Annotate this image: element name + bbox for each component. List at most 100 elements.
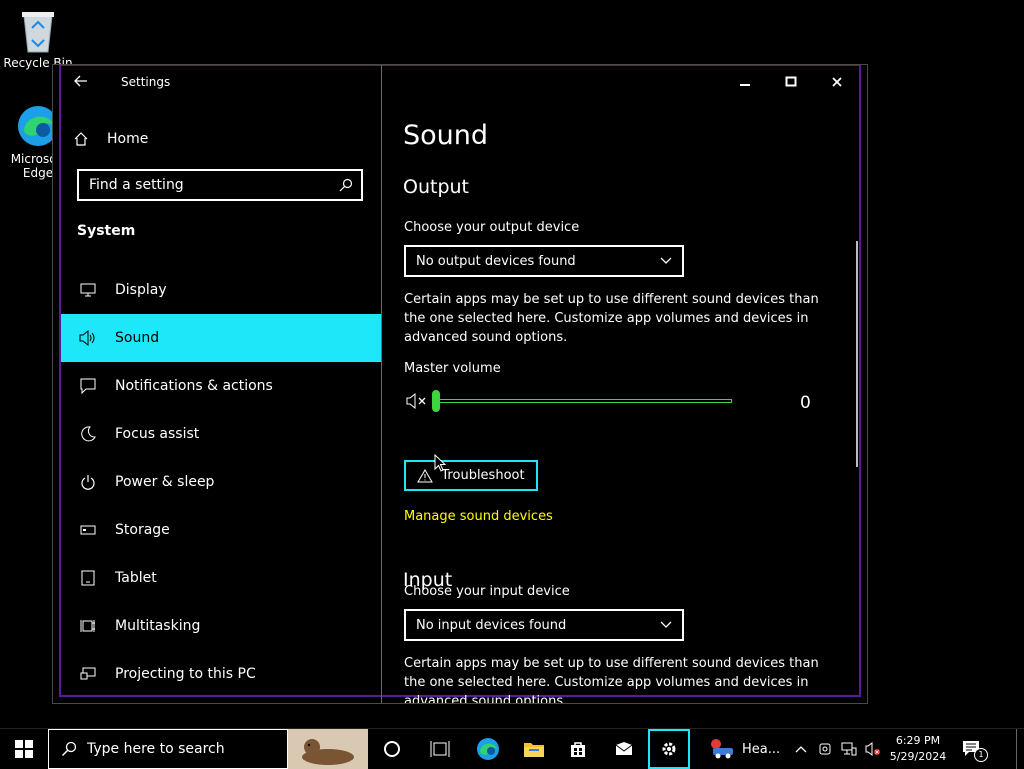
troubleshoot-button[interactable]: Troubleshoot [404, 460, 538, 491]
task-view-icon [430, 740, 450, 758]
network-icon [841, 742, 857, 756]
output-description: Certain apps may be set up to use differ… [404, 292, 819, 345]
taskbar-mail[interactable] [602, 729, 646, 769]
input-device-value: No input devices found [416, 617, 567, 633]
sidebar-item-display[interactable]: Display [61, 266, 381, 314]
maximize-button[interactable] [776, 71, 806, 93]
sidebar-item-multitasking[interactable]: Multitasking [61, 602, 381, 650]
cortana-circle-icon [383, 740, 401, 758]
tray-volume[interactable] [862, 729, 884, 769]
recycle-bin-icon [18, 8, 58, 54]
sidebar-item-label: Storage [115, 522, 170, 538]
output-device-value: No output devices found [416, 253, 576, 269]
taskbar-store[interactable] [556, 729, 600, 769]
taskbar-edge[interactable] [466, 729, 510, 769]
gear-icon [660, 740, 678, 758]
multitasking-icon [77, 618, 99, 634]
store-bag-icon [569, 740, 587, 758]
chevron-down-icon [660, 621, 672, 629]
cortana-button[interactable] [370, 729, 414, 769]
volume-muted-icon [865, 742, 881, 756]
taskbar-clock[interactable]: 6:29 PM 5/29/2024 [884, 729, 952, 769]
notification-icon [77, 378, 99, 394]
show-hidden-icons-button[interactable] [790, 729, 812, 769]
search-highlight-image[interactable] [288, 729, 368, 769]
projector-icon [77, 667, 99, 681]
notification-count-badge: 1 [974, 748, 988, 762]
edge-icon [476, 737, 500, 761]
desktop-icon-recycle-bin[interactable]: Recycle Bin [3, 8, 73, 70]
input-device-label: Choose your input device [404, 584, 570, 599]
storage-icon [77, 524, 99, 536]
tray-network[interactable] [838, 729, 860, 769]
master-volume-row: 0 [404, 387, 834, 417]
app-car-icon [710, 738, 736, 760]
search-placeholder: Find a setting [89, 177, 184, 193]
show-desktop-button[interactable] [1016, 729, 1024, 769]
sidebar-item-projecting[interactable]: Projecting to this PC [61, 650, 381, 698]
taskbar: Type here to search Hea... 6:29 PM 5/29/… [0, 728, 1024, 769]
sidebar-item-storage[interactable]: Storage [61, 506, 381, 554]
start-button[interactable] [0, 729, 48, 769]
moon-icon [77, 426, 99, 442]
sidebar-item-label: Sound [115, 330, 160, 346]
input-description: Certain apps may be set up to use differ… [404, 656, 819, 704]
taskbar-app-hea[interactable]: Hea... [700, 729, 784, 769]
tray-meet-now[interactable] [814, 729, 836, 769]
sound-settings-content: Sound Output Choose your output device N… [382, 99, 867, 703]
minimize-button[interactable] [730, 71, 760, 93]
nav-home-label: Home [107, 131, 149, 147]
windows-logo-icon [15, 740, 33, 758]
tablet-icon [77, 570, 99, 586]
output-device-dropdown[interactable]: No output devices found [404, 245, 684, 277]
output-heading: Output [403, 176, 469, 198]
search-icon[interactable] [339, 178, 353, 192]
input-device-dropdown[interactable]: No input devices found [404, 609, 684, 641]
sidebar-item-label: Power & sleep [115, 474, 215, 490]
task-view-button[interactable] [418, 729, 462, 769]
sidebar-item-label: Tablet [115, 570, 157, 586]
taskbar-file-explorer[interactable] [512, 729, 556, 769]
sidebar-item-sound[interactable]: Sound [61, 314, 381, 362]
sidebar-item-tablet[interactable]: Tablet [61, 554, 381, 602]
settings-window: Settings Home Find a setting System Disp… [52, 64, 868, 704]
page-title: Sound [403, 120, 489, 151]
troubleshoot-label: Troubleshoot [441, 468, 525, 483]
clock-time: 6:29 PM [895, 734, 941, 747]
speaker-icon [77, 330, 99, 346]
sidebar-item-focus-assist[interactable]: Focus assist [61, 410, 381, 458]
otter-illustration-icon [288, 729, 368, 769]
camera-icon [818, 742, 832, 756]
minimize-icon [739, 76, 751, 88]
sidebar-item-label: Display [115, 282, 167, 298]
settings-search-input[interactable]: Find a setting [77, 169, 363, 201]
taskbar-settings[interactable] [648, 729, 690, 769]
taskbar-app-label: Hea... [742, 741, 781, 757]
home-icon [73, 131, 95, 147]
master-volume-slider-thumb[interactable] [432, 390, 440, 412]
master-volume-slider[interactable] [434, 399, 732, 403]
taskbar-search-input[interactable]: Type here to search [48, 729, 288, 769]
search-icon [61, 741, 77, 757]
maximize-icon [785, 76, 797, 88]
mouse-cursor-icon [434, 454, 446, 472]
master-volume-value: 0 [800, 393, 811, 413]
section-label-system: System [77, 223, 136, 239]
manage-sound-devices-link[interactable]: Manage sound devices [404, 509, 553, 524]
mute-speaker-icon[interactable] [406, 393, 428, 409]
power-icon [77, 474, 99, 490]
sidebar-item-notifications[interactable]: Notifications & actions [61, 362, 381, 410]
display-icon [77, 283, 99, 297]
nav-home[interactable]: Home [73, 127, 148, 151]
taskbar-search-placeholder: Type here to search [87, 741, 225, 757]
content-scrollbar[interactable] [856, 241, 858, 467]
master-volume-label: Master volume [404, 361, 501, 376]
chevron-down-icon [660, 257, 672, 265]
navigation-pane: Home Find a setting System Display Sound [53, 65, 382, 703]
sidebar-item-power-sleep[interactable]: Power & sleep [61, 458, 381, 506]
close-button[interactable] [822, 71, 852, 93]
notification-center-icon: 1 [962, 740, 988, 762]
sidebar-item-label: Projecting to this PC [115, 666, 256, 682]
action-center-button[interactable]: 1 [954, 729, 990, 769]
output-device-label: Choose your output device [404, 220, 580, 235]
